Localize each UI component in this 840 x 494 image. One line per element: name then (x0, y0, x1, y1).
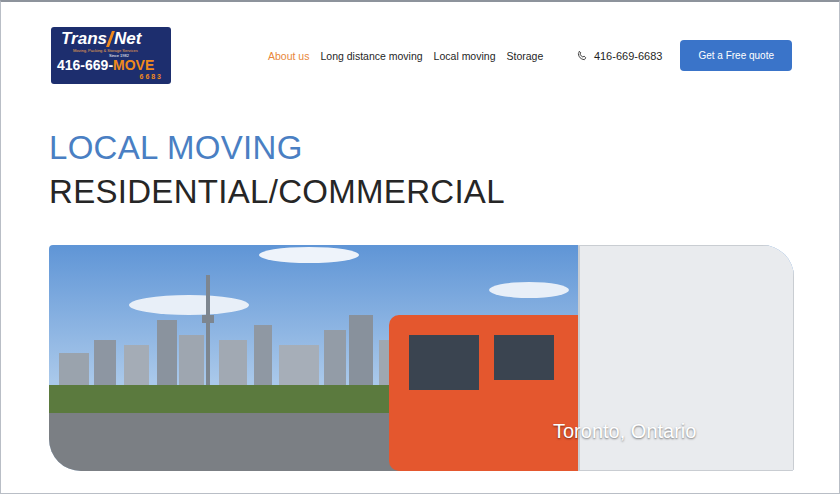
nav-item[interactable]: Storage (506, 50, 543, 62)
logo[interactable]: Trans Net Moving, Packing & Storage Servi… (51, 27, 171, 84)
page: Trans Net Moving, Packing & Storage Servi… (0, 0, 840, 494)
site-header: Trans Net Moving, Packing & Storage Servi… (1, 2, 839, 84)
quote-button[interactable]: Get a Free quote (680, 40, 792, 71)
hero: LOCAL MOVING RESIDENTIAL/COMMERCIAL Toro… (1, 84, 839, 471)
hero-photo: Toronto, Ontario (49, 245, 794, 471)
logo-brand-right: Net (114, 30, 141, 48)
phone-number: 416-669-6683 (594, 50, 663, 62)
photo-caption: Toronto, Ontario (553, 420, 696, 443)
logo-phone-digits: 6 6 8 3 (140, 73, 165, 81)
logo-phone-prefix: 416-669- (57, 57, 113, 73)
nav-item[interactable]: Long distance moving (320, 50, 422, 62)
logo-tagline: Moving, Packing & Storage Services (57, 48, 138, 53)
logo-phone-word: MOVE (113, 57, 154, 73)
swoosh-icon (106, 31, 115, 47)
nav-item[interactable]: Local moving (434, 50, 496, 62)
hero-title: LOCAL MOVING (49, 128, 791, 168)
phone-link[interactable]: 416-669-6683 (576, 50, 663, 62)
phone-icon (576, 50, 588, 62)
logo-phone: 416-669-MOVE (57, 58, 154, 73)
nav-item[interactable]: About us (268, 50, 309, 62)
logo-brand-left: Trans (61, 30, 107, 48)
main-nav: About us Long distance moving Local moving… (268, 50, 543, 62)
logo-brand: Trans Net (57, 30, 141, 48)
hero-subtitle: RESIDENTIAL/COMMERCIAL (49, 172, 791, 212)
